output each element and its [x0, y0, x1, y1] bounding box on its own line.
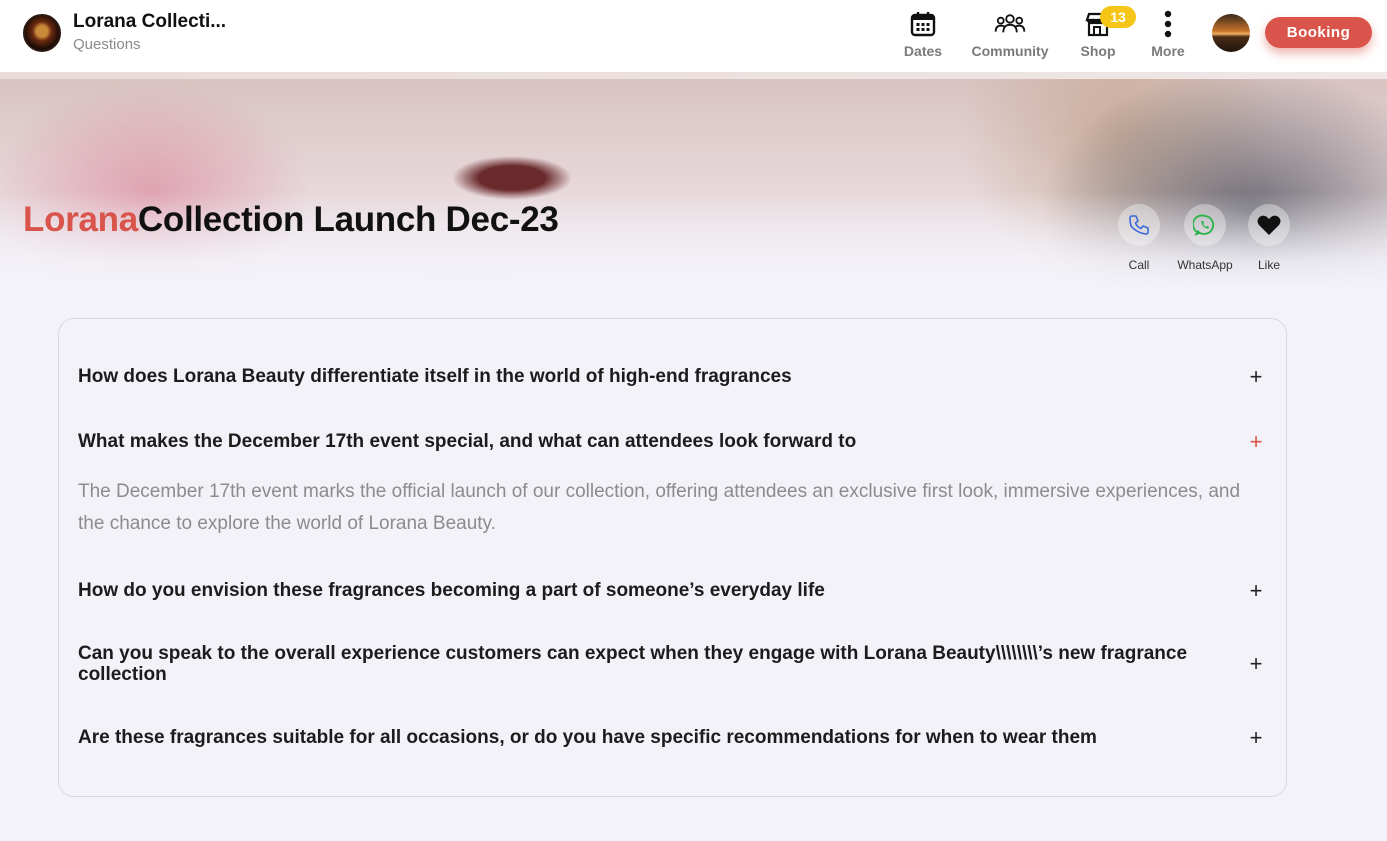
like-label: Like [1257, 258, 1280, 272]
faq-question[interactable]: How do you envision these fragrances bec… [78, 580, 1238, 601]
brand-avatar[interactable] [23, 14, 61, 52]
top-bar: Lorana Collecti... Questions Dates Commu… [0, 0, 1387, 72]
community-icon [994, 8, 1026, 40]
faq-card: How does Lorana Beauty differentiate its… [58, 318, 1287, 797]
page-title-rest: Collection Launch Dec-23 [137, 200, 559, 239]
hero-banner: LoranaCollection Launch Dec-23 Call What… [0, 72, 1387, 290]
more-vertical-icon [1152, 8, 1184, 40]
page-title: LoranaCollection Launch Dec-23 [23, 200, 559, 240]
whatsapp-icon [1184, 204, 1226, 246]
phone-icon [1118, 204, 1160, 246]
faq-answer: The December 17th event marks the offici… [78, 481, 1241, 534]
like-action[interactable]: Like [1240, 204, 1298, 272]
nav-shop-label: Shop [1080, 43, 1116, 59]
nav-more-label: More [1151, 43, 1185, 59]
faq-question[interactable]: What makes the December 17th event speci… [78, 431, 1238, 452]
heart-icon [1248, 204, 1290, 246]
brand-subtitle: Questions [73, 36, 141, 53]
user-avatar[interactable] [1212, 14, 1250, 52]
nav-dates-label: Dates [903, 43, 943, 59]
brand-title[interactable]: Lorana Collecti... [73, 11, 226, 33]
faq-question[interactable]: How does Lorana Beauty differentiate its… [78, 366, 1238, 387]
call-label: Call [1128, 258, 1150, 272]
plus-icon[interactable]: + [1244, 580, 1268, 604]
faq-question[interactable]: Are these fragrances suitable for all oc… [78, 727, 1238, 748]
call-action[interactable]: Call [1109, 204, 1169, 272]
plus-icon[interactable]: + [1244, 653, 1268, 677]
shop-count-badge: 13 [1100, 6, 1136, 28]
plus-icon[interactable]: + [1244, 366, 1268, 390]
faq-question[interactable]: Can you speak to the overall experience … [78, 643, 1238, 685]
faq-item[interactable]: Are these fragrances suitable for all oc… [78, 727, 1268, 751]
nav-community[interactable]: Community [968, 8, 1052, 64]
faq-item[interactable]: How does Lorana Beauty differentiate its… [78, 366, 1268, 390]
page-title-accent: Lorana [23, 200, 138, 239]
nav-community-label: Community [971, 43, 1049, 59]
hero-top-strip [0, 72, 1387, 79]
plus-icon[interactable]: + [1244, 431, 1268, 455]
nav-dates[interactable]: Dates [898, 8, 948, 64]
faq-item[interactable]: How do you envision these fragrances bec… [78, 580, 1268, 604]
whatsapp-label: WhatsApp [1177, 258, 1233, 272]
faq-item-open[interactable]: What makes the December 17th event speci… [78, 431, 1268, 540]
plus-icon[interactable]: + [1244, 727, 1268, 751]
calendar-icon [907, 8, 939, 40]
nav-more[interactable]: More [1143, 8, 1193, 64]
whatsapp-action[interactable]: WhatsApp [1175, 204, 1235, 272]
faq-item[interactable]: Can you speak to the overall experience … [78, 643, 1268, 685]
booking-button[interactable]: Booking [1265, 17, 1372, 48]
